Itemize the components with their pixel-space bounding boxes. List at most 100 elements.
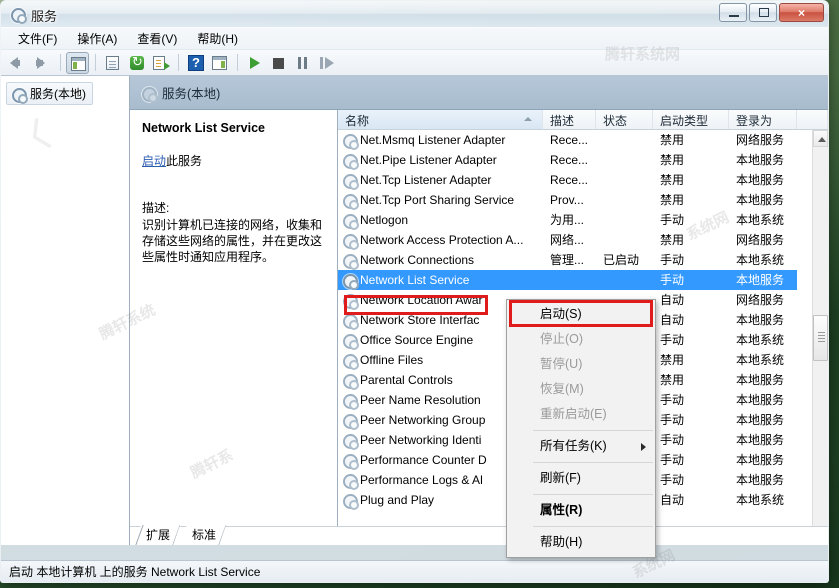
cell-name: Net.Tcp Port Sharing Service [338, 190, 543, 210]
services-window: 服务 × 文件(F) 操作(A) 查看(V) 帮助(H) ↻ ? 服务(本地) … [0, 0, 829, 583]
window-controls: × [719, 3, 824, 22]
ctx-stop: 停止(O) [507, 327, 655, 352]
cell-text: Net.Msmq Listener Adapter [360, 133, 506, 147]
tab-divider [135, 525, 143, 545]
maximize-button[interactable] [749, 3, 777, 22]
forward-button[interactable] [31, 52, 54, 74]
cell-startup: 禁用 [660, 353, 685, 367]
window-title: 服务 [31, 9, 58, 24]
ctx-start[interactable]: 启动(S) [507, 302, 655, 327]
table-row[interactable]: Netlogon 为用... 手动 本地系统 [338, 210, 812, 230]
cell-startup: 手动 [660, 253, 685, 267]
close-button[interactable]: × [779, 3, 824, 22]
table-row[interactable]: Network List Service 手动 本地服务 [338, 270, 812, 290]
minimize-button[interactable] [719, 3, 747, 22]
show-action-pane-button[interactable] [208, 52, 231, 74]
scrollbar-thumb[interactable] [813, 315, 828, 361]
action-suffix-label: 此服务 [166, 154, 203, 168]
view-tabs: 扩展 标准 [130, 526, 828, 545]
cell-desc: Rece... [550, 153, 589, 167]
services-gear-icon [342, 233, 359, 250]
toolbar [1, 50, 828, 76]
table-row[interactable]: Net.Msmq Listener Adapter Rece... 禁用 网络服务 [338, 130, 812, 150]
cell-text: Network Location Awar [360, 293, 483, 307]
column-logon-as[interactable]: 登录为 [729, 110, 797, 129]
toolbar-separator [178, 54, 179, 71]
toolbar-separator [60, 54, 61, 71]
refresh-button[interactable] [125, 52, 148, 74]
title-bar: 服务 × [1, 1, 828, 28]
cell-text: Network Connections [360, 253, 475, 267]
services-gear-icon [342, 453, 359, 470]
ctx-refresh[interactable]: 刷新(F) [507, 466, 655, 491]
properties-button[interactable] [101, 52, 124, 74]
ctx-properties[interactable]: 属性(R) [507, 498, 655, 523]
tab-label: 标准 [192, 528, 217, 542]
back-button[interactable] [7, 52, 30, 74]
pause-service-button[interactable] [291, 52, 314, 74]
export-list-button[interactable] [149, 52, 172, 74]
cell-name: Netlogon [338, 210, 543, 230]
tab-extended[interactable]: 扩展 [134, 525, 180, 545]
cell-logon: 本地服务 [736, 473, 785, 487]
cell-desc: Rece... [550, 173, 589, 187]
cell-status [596, 210, 653, 230]
page-title: Network List Service [142, 121, 265, 135]
help-button[interactable] [184, 52, 207, 74]
stop-service-button[interactable] [267, 52, 290, 74]
cell-logon: 本地系统 [736, 253, 785, 267]
start-service-button[interactable] [243, 52, 266, 74]
cell-desc [543, 270, 596, 290]
ctx-resume: 恢复(M) [507, 377, 655, 402]
cell-desc: Rece... [550, 133, 589, 147]
cell-logon: 网络服务 [736, 233, 785, 247]
menu-view[interactable]: 查看(V) [128, 28, 186, 49]
restart-service-button[interactable] [315, 52, 338, 74]
table-row[interactable]: Net.Tcp Port Sharing Service Prov... 禁用 本地服… [338, 190, 812, 210]
table-row[interactable]: Network Access Protection A... 网络... 禁用 网络服… [338, 230, 812, 250]
column-startup-type[interactable]: 启动类型 [653, 110, 729, 129]
menu-file[interactable]: 文件(F) [9, 28, 66, 49]
cell-startup: 禁用 [660, 233, 685, 247]
ctx-all-tasks[interactable]: 所有任务(K) [507, 434, 655, 459]
list-header-row: 名称 描述 状态 启动类型 登录为 [338, 110, 828, 130]
cell-text: Peer Networking Group [360, 413, 486, 427]
cell-text: Net.Tcp Listener Adapter [360, 173, 492, 187]
column-status[interactable]: 状态 [596, 110, 653, 129]
cell-startup: 禁用 [660, 173, 685, 187]
services-gear-icon [342, 273, 359, 290]
show-hide-tree-button[interactable] [66, 51, 89, 74]
cell-logon: 本地服务 [736, 373, 785, 387]
column-name[interactable]: 名称 [338, 110, 543, 129]
menu-bar: 文件(F) 操作(A) 查看(V) 帮助(H) [1, 28, 828, 50]
scroll-up-button[interactable] [813, 130, 828, 147]
cell-startup: 禁用 [660, 133, 685, 147]
ctx-help[interactable]: 帮助(H) [507, 530, 655, 555]
cell-startup: 手动 [660, 213, 685, 227]
table-row[interactable]: Net.Pipe Listener Adapter Rece... 禁用 本地服务 [338, 150, 812, 170]
table-row[interactable]: Network Connections 管理... 已启动 手动 本地系统 [338, 250, 812, 270]
services-gear-icon [342, 493, 359, 510]
cell-logon: 本地服务 [729, 270, 797, 290]
cell-name: Net.Pipe Listener Adapter [338, 150, 543, 170]
cell-logon: 本地服务 [736, 393, 785, 407]
services-gear-icon [342, 293, 359, 310]
stop-icon [273, 57, 284, 69]
table-row[interactable]: Net.Tcp Listener Adapter Rece... 禁用 本地服务 [338, 170, 812, 190]
window-body: 服务(本地) 服务(本地) Network List Service 启动此服务… [1, 76, 828, 545]
list-vertical-scrollbar[interactable] [812, 130, 828, 545]
menu-action[interactable]: 操作(A) [68, 28, 126, 49]
services-gear-icon [342, 193, 359, 210]
menu-help[interactable]: 帮助(H) [188, 28, 247, 49]
sidebar-item-services-local[interactable]: 服务(本地) [6, 82, 93, 105]
cell-logon: 网络服务 [736, 293, 785, 307]
start-service-link[interactable]: 启动 [142, 154, 166, 168]
cell-desc: Prov... [550, 193, 584, 207]
tab-standard[interactable]: 标准 [180, 525, 226, 545]
arrow-left-icon [10, 56, 20, 69]
maximize-icon [759, 8, 769, 17]
cell-text: Netlogon [360, 213, 409, 227]
column-description[interactable]: 描述 [543, 110, 596, 129]
cell-logon: 本地服务 [736, 413, 785, 427]
cell-text: Offline Files [360, 353, 424, 367]
